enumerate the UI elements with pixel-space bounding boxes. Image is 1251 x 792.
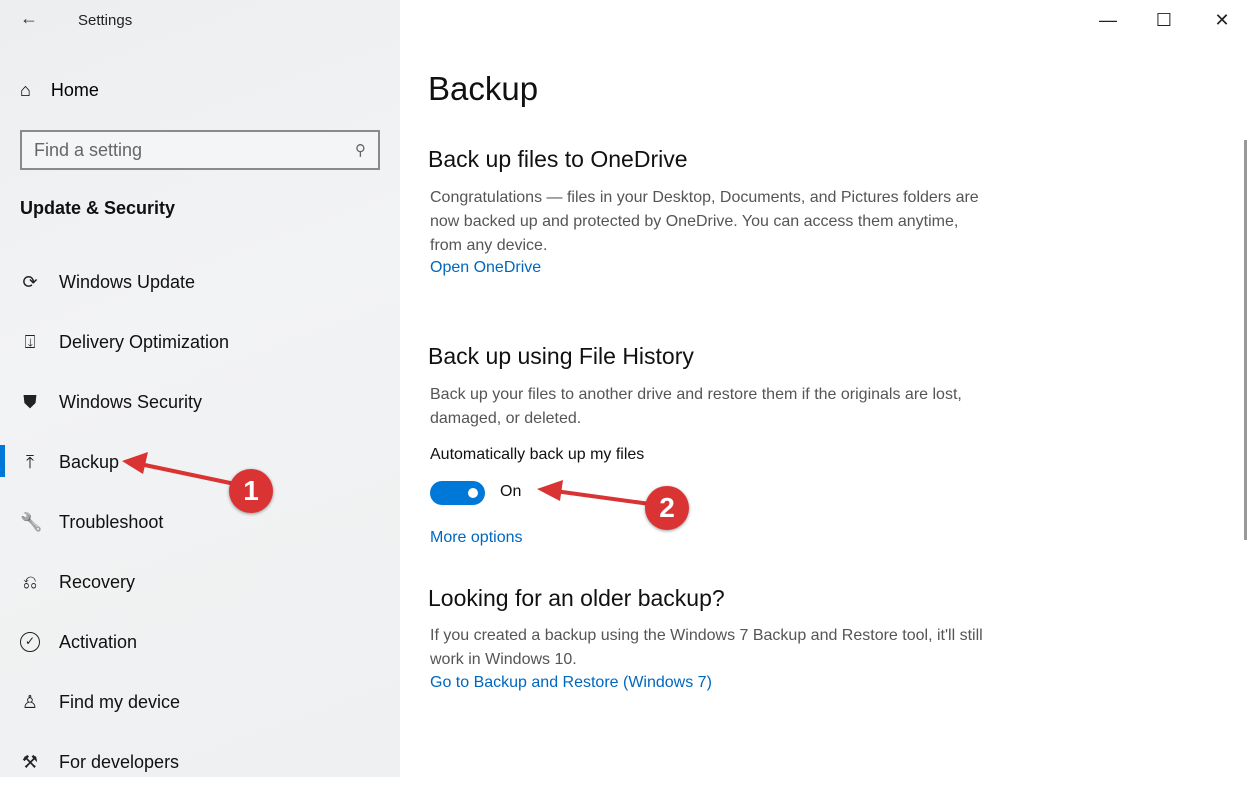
search-input[interactable]: Find a setting ⚲	[20, 130, 380, 170]
open-onedrive-link[interactable]: Open OneDrive	[430, 259, 541, 277]
sidebar-item-delivery-optimization[interactable]: ⍗ Delivery Optimization	[0, 312, 400, 372]
scrollbar[interactable]	[1244, 140, 1247, 540]
minimize-button[interactable]: —	[1079, 0, 1137, 40]
wrench-icon: 🔧	[20, 512, 40, 533]
item-label: Backup	[59, 452, 119, 473]
maximize-button[interactable]: ☐	[1135, 0, 1193, 40]
recovery-icon: ⎌	[20, 572, 40, 593]
older-backup-text: If you created a backup using the Window…	[430, 624, 990, 672]
sidebar-item-home[interactable]: ⌂ Home	[20, 80, 99, 101]
sidebar-item-recovery[interactable]: ⎌ Recovery	[0, 552, 400, 612]
section-heading: Update & Security	[20, 198, 175, 219]
sidebar-item-find-my-device[interactable]: ♙ Find my device	[0, 672, 400, 732]
home-icon: ⌂	[20, 80, 31, 101]
auto-backup-label: Automatically back up my files	[430, 446, 644, 464]
item-label: Recovery	[59, 572, 135, 593]
item-label: Find my device	[59, 692, 180, 713]
toggle-knob	[468, 488, 478, 498]
onedrive-text: Congratulations — files in your Desktop,…	[430, 186, 990, 258]
search-placeholder: Find a setting	[34, 140, 142, 161]
backup-restore-link[interactable]: Go to Backup and Restore (Windows 7)	[430, 674, 712, 692]
item-label: Windows Update	[59, 272, 195, 293]
sidebar-item-backup[interactable]: ⤒ Backup	[0, 432, 400, 492]
sidebar-item-windows-security[interactable]: ⛊ Windows Security	[0, 372, 400, 432]
sidebar: ← Settings ⌂ Home Find a setting ⚲ Update …	[0, 0, 400, 777]
item-label: Windows Security	[59, 392, 202, 413]
item-label: Activation	[59, 632, 137, 653]
app-title: Settings	[78, 12, 132, 29]
item-label: For developers	[59, 752, 179, 773]
more-options-link[interactable]: More options	[430, 529, 523, 547]
auto-backup-toggle[interactable]	[430, 481, 485, 505]
annotation-badge-1: 1	[229, 469, 273, 513]
sidebar-item-for-developers[interactable]: ⚒ For developers	[0, 732, 400, 792]
close-button[interactable]: ✕	[1193, 0, 1251, 40]
annotation-badge-2: 2	[645, 486, 689, 530]
item-label: Delivery Optimization	[59, 332, 229, 353]
sidebar-item-activation[interactable]: ✓ Activation	[0, 612, 400, 672]
refresh-icon: ⟳	[20, 272, 40, 293]
sidebar-item-windows-update[interactable]: ⟳ Windows Update	[0, 252, 400, 312]
shield-icon: ⛊	[20, 392, 40, 413]
onedrive-heading: Back up files to OneDrive	[428, 146, 688, 173]
location-person-icon: ♙	[20, 692, 40, 713]
sidebar-nav: ⟳ Windows Update ⍗ Delivery Optimization ⛊…	[0, 252, 400, 792]
delivery-icon: ⍗	[20, 332, 40, 353]
home-label: Home	[51, 80, 99, 101]
arrow-2-head	[537, 480, 563, 501]
toggle-state: On	[500, 483, 521, 501]
item-label: Troubleshoot	[59, 512, 163, 533]
sidebar-item-troubleshoot[interactable]: 🔧 Troubleshoot	[0, 492, 400, 552]
arrow-2-line	[555, 491, 650, 504]
developer-tools-icon: ⚒	[20, 752, 40, 773]
page-title: Backup	[428, 70, 538, 108]
older-backup-heading: Looking for an older backup?	[428, 585, 725, 612]
file-history-heading: Back up using File History	[428, 343, 694, 370]
search-icon: ⚲	[355, 141, 366, 159]
file-history-text: Back up your files to another drive and …	[430, 383, 990, 431]
check-circle-icon: ✓	[20, 632, 40, 652]
upload-icon: ⤒	[20, 452, 40, 473]
back-button[interactable]: ←	[20, 8, 38, 29]
